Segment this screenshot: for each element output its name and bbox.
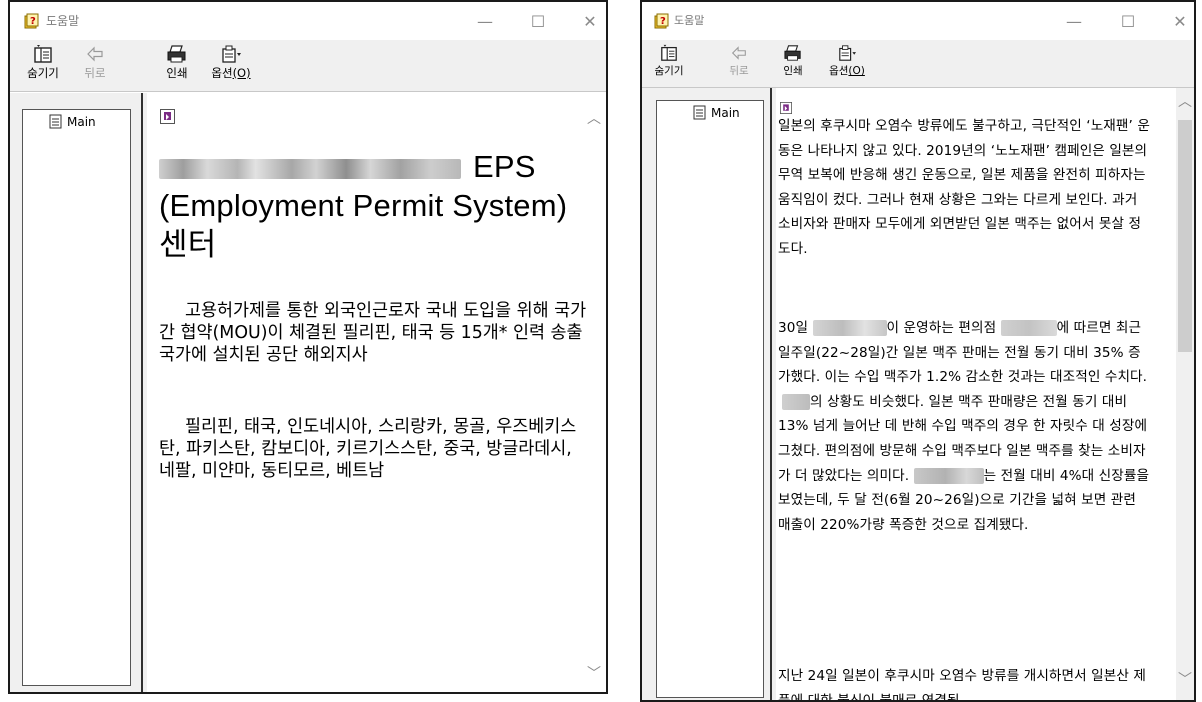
vertical-scrollbar[interactable]: ︿ ﹀: [1176, 88, 1194, 700]
scroll-down-icon[interactable]: ﹀: [1177, 672, 1193, 688]
tree-item-main[interactable]: Main: [49, 114, 96, 129]
scroll-down-icon[interactable]: ﹀: [586, 666, 602, 682]
help-body: Main 일본의 후쿠시마 오염수 방류에도 불구하고, 극단적인 ‘노재팬’ …: [642, 88, 1194, 700]
minimize-icon: —: [477, 11, 493, 31]
paragraph: 30일 이 운영하는 편의점 에 따르면 최근 일주일(22~28일)간 일본 …: [778, 320, 1150, 533]
paragraph: 지난 24일 일본이 후쿠시마 오염수 방류를 개시하면서 일본산 제품에 대한…: [778, 668, 1147, 700]
back-button[interactable]: 뒤로: [68, 44, 122, 88]
back-arrow-icon: [87, 46, 103, 62]
help-body: Main ︿ ﹀ EPS (Employment Permit System) …: [10, 93, 606, 692]
back-arrow-icon: [731, 46, 746, 60]
redacted-text: [913, 467, 984, 484]
hide-pane-icon: [661, 44, 677, 61]
toolbar: 숨기기 뒤로 인쇄 옵션(O): [642, 40, 1194, 88]
scrollbar-thumb[interactable]: [1178, 120, 1192, 352]
redacted-text: [159, 158, 461, 179]
printer-icon: [167, 45, 186, 63]
svg-text:?: ?: [660, 16, 666, 27]
options-label: 옵션(O): [829, 65, 865, 77]
scroll-up-icon[interactable]: ︿: [1177, 94, 1193, 110]
topic-marker-icon: [780, 102, 792, 114]
navigation-pane: Main: [642, 88, 772, 700]
back-label: 뒤로: [84, 66, 106, 80]
help-app-icon: ?: [24, 13, 39, 29]
redacted-text: [1000, 320, 1057, 336]
maximize-icon: ☐: [530, 11, 546, 31]
window-title: 도움말: [674, 14, 705, 27]
hide-button[interactable]: 숨기기: [16, 44, 70, 88]
topic-content[interactable]: ︿ ﹀ EPS (Employment Permit System) 센터 고용…: [147, 93, 606, 692]
print-button[interactable]: 인쇄: [770, 44, 816, 88]
printer-icon: [784, 45, 801, 61]
topic-content[interactable]: 일본의 후쿠시마 오염수 방류에도 불구하고, 극단적인 ‘노재팬’ 운동은 나…: [776, 88, 1194, 700]
topic-marker-icon: [160, 109, 175, 124]
help-app-icon: ?: [654, 13, 669, 29]
close-button[interactable]: ✕: [578, 8, 602, 34]
maximize-icon: ☐: [1120, 11, 1136, 31]
scroll-up-icon[interactable]: ︿: [586, 111, 602, 127]
options-label: 옵션(O): [211, 66, 251, 80]
redacted-text: [782, 393, 810, 410]
svg-text:?: ?: [30, 16, 36, 27]
hide-label: 숨기기: [654, 65, 684, 77]
options-icon: [222, 45, 241, 63]
print-label: 인쇄: [783, 65, 803, 77]
back-label: 뒤로: [729, 65, 749, 77]
minimize-button[interactable]: —: [473, 8, 497, 34]
minimize-button[interactable]: —: [1062, 8, 1086, 34]
toolbar: 숨기기 뒤로 인쇄 옵션(O): [10, 40, 606, 92]
document-icon: [693, 105, 706, 120]
hide-button[interactable]: 숨기기: [646, 44, 692, 88]
close-icon: ✕: [1173, 11, 1187, 31]
title-bar[interactable]: ? 도움말 — ☐ ✕: [642, 2, 1194, 40]
document-icon: [49, 114, 62, 129]
options-icon: [839, 45, 856, 61]
topic-tree[interactable]: Main: [22, 109, 131, 686]
minimize-icon: —: [1066, 11, 1082, 31]
title-bar[interactable]: ? 도움말 — ☐ ✕: [10, 2, 606, 40]
maximize-button[interactable]: ☐: [1116, 8, 1140, 34]
back-button[interactable]: 뒤로: [716, 44, 762, 88]
redacted-text: [812, 320, 887, 336]
help-window-right: ? 도움말 — ☐ ✕ 숨기기 뒤로 인쇄 옵션(O) Main 일본의 후쿠시…: [640, 0, 1196, 702]
print-label: 인쇄: [166, 66, 188, 80]
tree-item-main[interactable]: Main: [693, 105, 740, 120]
maximize-button[interactable]: ☐: [526, 8, 550, 34]
paragraph: 필리핀, 태국, 인도네시아, 스리랑카, 몽골, 우즈베키스탄, 파키스탄, …: [159, 417, 577, 481]
paragraph: 일본의 후쿠시마 오염수 방류에도 불구하고, 극단적인 ‘노재팬’ 운동은 나…: [778, 118, 1150, 257]
tree-item-label: Main: [67, 114, 96, 129]
tree-item-label: Main: [711, 105, 740, 120]
print-button[interactable]: 인쇄: [150, 44, 204, 88]
topic-heading: EPS (Employment Permit System) 센터: [159, 147, 579, 264]
options-button[interactable]: 옵션(O): [822, 44, 872, 88]
hide-label: 숨기기: [27, 66, 59, 80]
paragraph: 고용허가제를 통한 외국인근로자 국내 도입을 위해 국가간 협약(MOU)이 …: [159, 301, 587, 365]
close-icon: ✕: [583, 11, 597, 31]
navigation-pane: Main: [10, 93, 143, 692]
close-button[interactable]: ✕: [1168, 8, 1192, 34]
topic-tree[interactable]: Main: [656, 100, 764, 698]
help-window-left: ? 도움말 — ☐ ✕ 숨기기 뒤로 인쇄 옵션(O) Main ︿ ﹀ EPS…: [8, 0, 608, 694]
hide-pane-icon: [34, 45, 52, 63]
options-button[interactable]: 옵션(O): [204, 44, 258, 88]
window-title: 도움말: [46, 14, 80, 28]
